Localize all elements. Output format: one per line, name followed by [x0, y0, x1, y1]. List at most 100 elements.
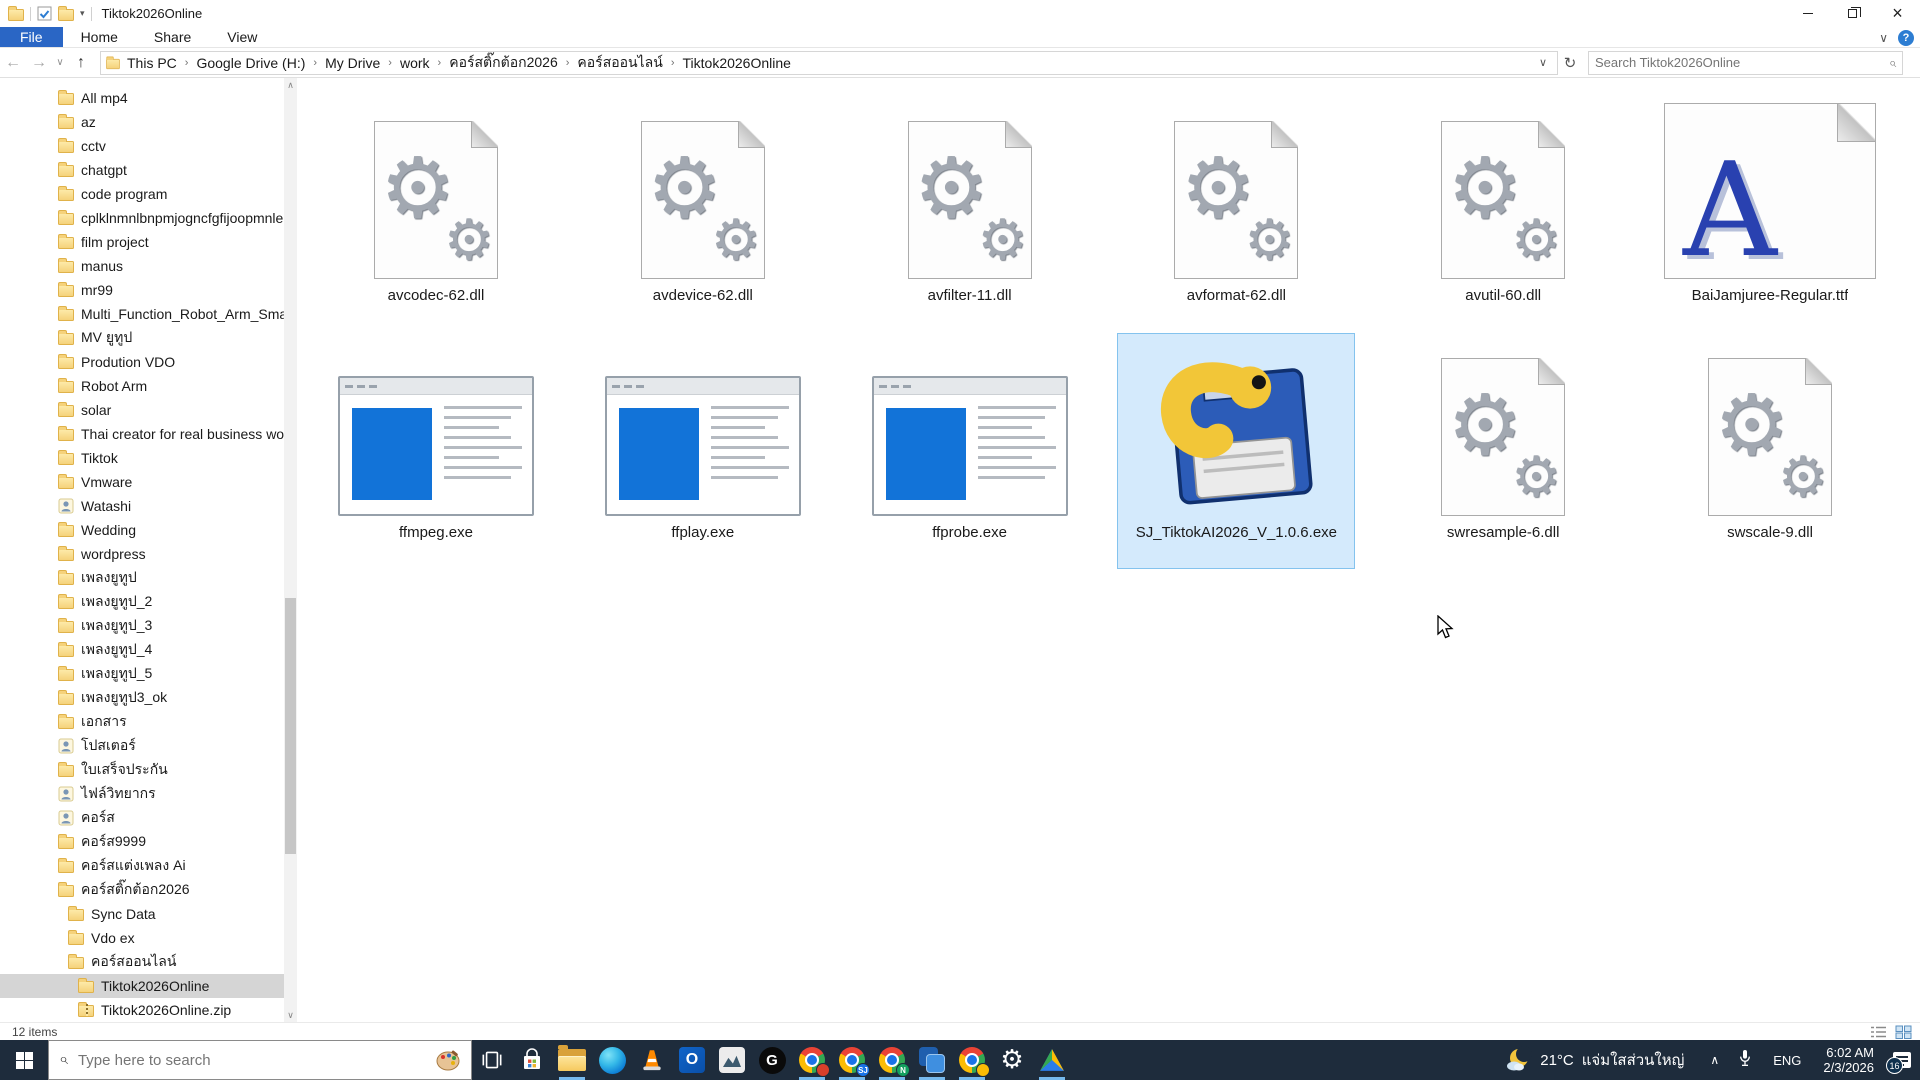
sidebar-item-sync-data[interactable]: Sync Data — [0, 902, 284, 926]
taskbar-app-outlook[interactable]: O — [672, 1040, 712, 1080]
sidebar-item-manus[interactable]: manus — [0, 254, 284, 278]
taskbar-app-settings[interactable]: ⚙ — [992, 1040, 1032, 1080]
sidebar-item-เพลงยูทูป3_ok[interactable]: เพลงยูทูป3_ok — [0, 686, 284, 710]
file-item-avdevice-62.dll[interactable]: ⚙⚙avdevice-62.dll — [584, 96, 822, 332]
explorer-search-input[interactable] — [1595, 55, 1889, 70]
sidebar-item-robot-arm[interactable]: Robot Arm — [0, 374, 284, 398]
breadcrumb-google-drive[interactable]: Google Drive (H:) — [190, 55, 311, 71]
breadcrumb-this-pc[interactable]: This PC — [121, 55, 183, 71]
file-item-avutil-60.dll[interactable]: ⚙⚙avutil-60.dll — [1384, 96, 1622, 332]
sidebar-item-wedding[interactable]: Wedding — [0, 518, 284, 542]
taskbar-app-chrome-profile-red[interactable] — [792, 1040, 832, 1080]
clock[interactable]: 6:02 AM 2/3/2026 — [1813, 1045, 1884, 1075]
scroll-up-icon[interactable]: ∧ — [284, 78, 297, 92]
sidebar-item-chatgpt[interactable]: chatgpt — [0, 158, 284, 182]
new-folder-icon[interactable] — [58, 9, 74, 21]
help-icon[interactable]: ? — [1898, 30, 1914, 46]
customize-toolbar-caret-icon[interactable]: ▾ — [80, 8, 85, 19]
sidebar-item-thai-creator-for-real-business-workshop[interactable]: Thai creator for real business workshop — [0, 422, 284, 446]
sidebar-scrollbar[interactable]: ∧ ∨ — [284, 78, 297, 1022]
file-item-avcodec-62.dll[interactable]: ⚙⚙avcodec-62.dll — [317, 96, 555, 332]
sidebar-item-เพลงยูทูป_4[interactable]: เพลงยูทูป_4 — [0, 638, 284, 662]
taskbar-app-logitech-g-hub[interactable]: G — [752, 1040, 792, 1080]
file-item-swscale-9.dll[interactable]: ⚙⚙swscale-9.dll — [1651, 333, 1889, 569]
breadcrumb-work[interactable]: work — [394, 55, 436, 71]
sidebar-item-mv-ยูทูป[interactable]: MV ยูทูป — [0, 326, 284, 350]
taskbar-app-chrome-profile-4[interactable] — [952, 1040, 992, 1080]
sidebar-item-เอกสาร[interactable]: เอกสาร — [0, 710, 284, 734]
up-button[interactable]: ↑ — [68, 54, 94, 72]
tab-file[interactable]: File — [0, 27, 63, 47]
sidebar-item-คอร์ส9999[interactable]: คอร์ส9999 — [0, 830, 284, 854]
details-view-icon[interactable] — [1870, 1025, 1887, 1039]
taskbar-search-input[interactable] — [78, 1052, 425, 1069]
taskbar-app-vlc[interactable] — [632, 1040, 672, 1080]
tab-home[interactable]: Home — [63, 27, 136, 47]
sidebar-item-โปสเตอร์[interactable]: โปสเตอร์ — [0, 734, 284, 758]
tab-view[interactable]: View — [209, 27, 275, 47]
sidebar-item-ไฟล์วิทยากร[interactable]: ไฟล์วิทยากร — [0, 782, 284, 806]
sidebar-item-คอร์สติ๊กต้อก2026[interactable]: คอร์สติ๊กต้อก2026 — [0, 878, 284, 902]
sidebar-item-cctv[interactable]: cctv — [0, 134, 284, 158]
properties-icon[interactable] — [37, 6, 52, 21]
sidebar-item-tiktok2026online[interactable]: Tiktok2026Online — [0, 974, 284, 998]
address-dropdown-caret-icon[interactable]: ∨ — [1533, 56, 1553, 69]
breadcrumb-online-folder[interactable]: คอร์สออนไลน์ — [571, 52, 668, 74]
sidebar-item-เพลงยูทูป_5[interactable]: เพลงยูทูป_5 — [0, 662, 284, 686]
microphone-icon[interactable] — [1729, 1048, 1761, 1073]
refresh-icon[interactable]: ↻ — [1558, 54, 1582, 72]
start-button[interactable] — [0, 1040, 48, 1080]
sidebar-item-เพลงยูทูป[interactable]: เพลงยูทูป — [0, 566, 284, 590]
show-hidden-icons-chevron[interactable]: ∧ — [1700, 1053, 1729, 1067]
taskbar-app-edge[interactable] — [592, 1040, 632, 1080]
sidebar-item-watashi[interactable]: Watashi — [0, 494, 284, 518]
taskbar-app-chrome-profile-n[interactable]: N — [872, 1040, 912, 1080]
file-item-sj_tiktokai2026_v_1.0.6.exe[interactable]: SJ_TiktokAI2026_V_1.0.6.exe — [1117, 333, 1355, 569]
recent-locations-caret-icon[interactable]: ∨ — [52, 57, 68, 68]
scrollbar-thumb[interactable] — [285, 598, 296, 854]
taskbar-app-google-drive[interactable] — [1032, 1040, 1072, 1080]
weather-widget[interactable]: 21°C แจ่มใสส่วนใหญ่ — [1504, 1046, 1700, 1074]
sidebar-item-mr99[interactable]: mr99 — [0, 278, 284, 302]
sidebar-item-prodution-vdo[interactable]: Prodution VDO — [0, 350, 284, 374]
taskbar-app-microsoft-store[interactable] — [512, 1040, 552, 1080]
sidebar-item-all-mp4[interactable]: All mp4 — [0, 86, 284, 110]
taskbar-app-file-explorer[interactable] — [552, 1040, 592, 1080]
breadcrumb-course-folder[interactable]: คอร์สติ๊กต้อก2026 — [443, 52, 564, 74]
file-item-avfilter-11.dll[interactable]: ⚙⚙avfilter-11.dll — [851, 96, 1089, 332]
back-button[interactable]: ← — [0, 54, 26, 72]
sidebar-item-เพลงยูทูป_3[interactable]: เพลงยูทูป_3 — [0, 614, 284, 638]
taskbar-search-box[interactable]: ⌕ — [48, 1040, 472, 1080]
tab-share[interactable]: Share — [136, 27, 209, 47]
scroll-down-icon[interactable]: ∨ — [284, 1008, 297, 1022]
file-item-ffprobe.exe[interactable]: ffprobe.exe — [851, 333, 1089, 569]
close-button[interactable]: × — [1875, 0, 1920, 27]
sidebar-item-cplklnmnlbnpmjogncfgfijoopmnlemp[interactable]: cplklnmnlbnpmjogncfgfijoopmnlemp — [0, 206, 284, 230]
taskbar-app-photos[interactable] — [712, 1040, 752, 1080]
sidebar-item-wordpress[interactable]: wordpress — [0, 542, 284, 566]
restore-button[interactable] — [1830, 0, 1875, 27]
sidebar-item-vdo-ex[interactable]: Vdo ex — [0, 926, 284, 950]
file-item-ffplay.exe[interactable]: ffplay.exe — [584, 333, 822, 569]
large-icons-view-icon[interactable] — [1895, 1025, 1912, 1039]
breadcrumb-current-folder[interactable]: Tiktok2026Online — [677, 55, 797, 71]
sidebar-item-คอร์สออนไลน์[interactable]: คอร์สออนไลน์ — [0, 950, 284, 974]
search-icon[interactable]: ⌕ — [1889, 55, 1896, 71]
sidebar-item-film-project[interactable]: film project — [0, 230, 284, 254]
sidebar-item-vmware[interactable]: Vmware — [0, 470, 284, 494]
address-bar[interactable]: This PC› Google Drive (H:)› My Drive› wo… — [100, 51, 1558, 75]
sidebar-item-code-program[interactable]: code program — [0, 182, 284, 206]
file-item-baijamjuree-regular.ttf[interactable]: ABaiJamjuree-Regular.ttf — [1651, 96, 1889, 332]
sidebar-item-คอร์ส[interactable]: คอร์ส — [0, 806, 284, 830]
notification-center-icon[interactable]: 16 — [1884, 1040, 1920, 1080]
sidebar-item-เพลงยูทูป_2[interactable]: เพลงยูทูป_2 — [0, 590, 284, 614]
file-item-ffmpeg.exe[interactable]: ffmpeg.exe — [317, 333, 555, 569]
taskbar-app-chrome-profile-sj[interactable]: SJ — [832, 1040, 872, 1080]
expand-ribbon-icon[interactable]: ∨ — [1879, 31, 1888, 45]
taskbar-app-blue-squares-app[interactable] — [912, 1040, 952, 1080]
language-indicator[interactable]: ENG — [1761, 1053, 1813, 1068]
forward-button[interactable]: → — [26, 54, 52, 72]
sidebar-item-tiktok2026online.zip[interactable]: Tiktok2026Online.zip — [0, 998, 284, 1022]
taskbar-app-task-view[interactable] — [472, 1040, 512, 1080]
file-item-swresample-6.dll[interactable]: ⚙⚙swresample-6.dll — [1384, 333, 1622, 569]
